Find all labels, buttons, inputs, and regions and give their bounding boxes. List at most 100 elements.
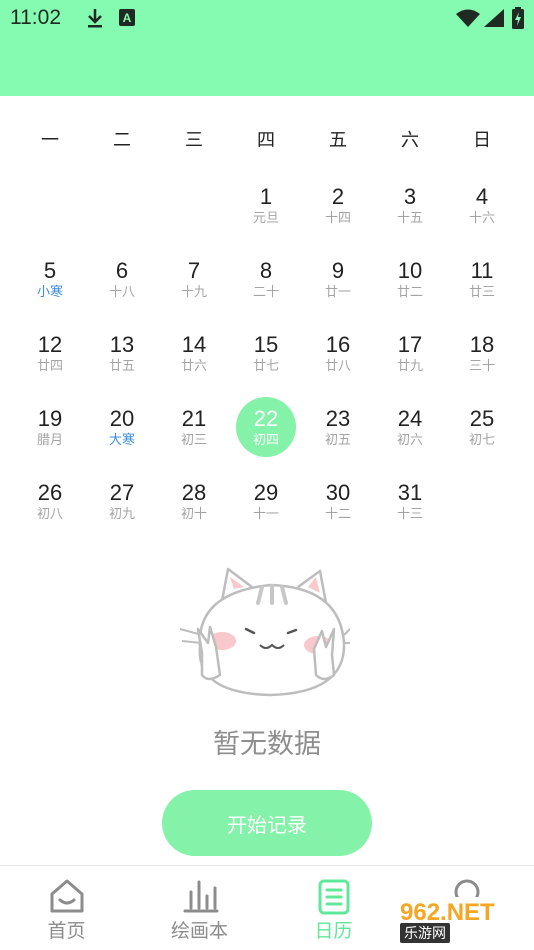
lunar-date-label: 十六 [468,211,495,226]
calendar-day-30[interactable]: 30 十二 [302,476,374,536]
calendar-day-8[interactable]: 8 二十 [230,254,302,314]
weekday-label: 五 [329,130,347,151]
calendar-day-1[interactable]: 1 元旦 [230,180,302,240]
calendar-day-11[interactable]: 11 廿三 [446,254,518,314]
day-number: 21 [181,406,207,431]
calendar-day-19[interactable]: 19 腊月 [14,402,86,462]
calendar-day-9[interactable]: 9 廿一 [302,254,374,314]
calendar-day-28[interactable]: 28 初十 [158,476,230,536]
calendar-day-18[interactable]: 18 三十 [446,328,518,388]
lunar-date-label: 初四 [252,433,279,448]
day-number: 5 [43,258,57,283]
start-record-button[interactable]: 开始记录 [162,790,372,856]
home-icon [50,879,83,913]
day-number: 16 [325,332,351,357]
watermark-sub-text: 乐游网 [400,923,450,943]
day-number: 17 [397,332,423,357]
calendar-day-24[interactable]: 24 初六 [374,402,446,462]
header-bar [0,40,534,96]
empty-state-text: 暂无数据 [213,729,321,760]
tab-drawing-book-label: 绘画本 [170,920,228,942]
calendar-day-25[interactable]: 25 初七 [446,402,518,462]
wifi-icon [456,9,480,31]
tab-home[interactable]: 首页 [0,866,133,950]
weekday-label: 六 [401,130,419,151]
download-icon [86,7,104,33]
signal-icon [484,9,504,31]
day-number: 23 [325,406,351,431]
day-number: 12 [37,332,63,357]
lunar-date-label: 初十 [180,507,207,522]
lunar-date-label: 初三 [180,433,207,448]
calendar-day-7[interactable]: 7 十九 [158,254,230,314]
calendar-day-5[interactable]: 5 小寒 [14,254,86,314]
lunar-date-label: 大寒 [108,433,135,448]
day-number: 4 [475,184,489,209]
calendar-day-23[interactable]: 23 初五 [302,402,374,462]
lunar-date-label: 廿六 [180,359,207,374]
day-number: 9 [331,258,345,283]
lunar-date-label: 十九 [180,285,207,300]
day-number: 24 [397,406,423,431]
calendar-day-10[interactable]: 10 廿二 [374,254,446,314]
day-number: 25 [469,406,495,431]
weekday-label: 四 [257,130,275,151]
day-number: 22 [253,406,279,431]
lunar-date-label: 初八 [36,507,63,522]
svg-text:A: A [123,11,132,25]
calendar-day-6[interactable]: 6 十八 [86,254,158,314]
lunar-date-label: 十二 [324,507,351,522]
calendar-day-27[interactable]: 27 初九 [86,476,158,536]
calendar-day-2[interactable]: 2 十四 [302,180,374,240]
day-number: 6 [115,258,129,283]
day-number: 8 [259,258,273,283]
calendar-day-20[interactable]: 20 大寒 [86,402,158,462]
calendar-day-22[interactable]: 22 初四 [230,397,302,462]
calendar-day-26[interactable]: 26 初八 [14,476,86,536]
tab-home-label: 首页 [47,920,86,942]
day-number: 26 [37,480,63,505]
weekday-label: 日 [473,130,491,151]
calendar-note-icon [318,879,349,915]
lunar-date-label: 元旦 [252,211,279,226]
lunar-date-label: 廿九 [396,359,423,374]
lunar-date-label: 腊月 [36,433,63,448]
day-number: 11 [470,258,494,283]
day-number: 7 [187,258,201,283]
day-number: 27 [109,480,135,505]
calendar-day-3[interactable]: 3 十五 [374,180,446,240]
calendar-day-17[interactable]: 17 廿九 [374,328,446,388]
lunar-date-label: 初七 [468,433,495,448]
tab-calendar[interactable]: 日历 [267,866,400,950]
calendar-day-31[interactable]: 31 十三 [374,476,446,536]
lunar-date-label: 十五 [396,211,423,226]
day-number: 29 [253,480,279,505]
calendar-day-14[interactable]: 14 廿六 [158,328,230,388]
a-notification-icon: A [119,9,135,30]
status-time: 11:02 [10,6,61,29]
day-number: 31 [397,480,423,505]
lunar-date-label: 十三 [396,507,423,522]
lunar-date-label: 廿四 [36,359,63,374]
lunar-date-label: 廿五 [108,359,135,374]
tab-drawing-book[interactable]: 绘画本 [133,866,266,950]
calendar-day-16[interactable]: 16 廿八 [302,328,374,388]
calendar-day-29[interactable]: 29 十一 [230,476,302,536]
lunar-date-label: 小寒 [36,285,63,300]
calendar-day-21[interactable]: 21 初三 [158,402,230,462]
bar-chart-icon [183,880,218,913]
day-number: 14 [181,332,207,357]
calendar-day-12[interactable]: 12 廿四 [14,328,86,388]
day-number: 20 [109,406,135,431]
cat-illustration [179,563,351,703]
lunar-date-label: 廿七 [252,359,279,374]
site-watermark: 962.NET 乐游网 [396,897,530,943]
calendar-day-4[interactable]: 4 十六 [446,180,518,240]
lunar-date-label: 十一 [252,507,279,522]
day-number: 30 [325,480,351,505]
calendar-day-13[interactable]: 13 廿五 [86,328,158,388]
calendar-day-15[interactable]: 15 廿七 [230,328,302,388]
tab-calendar-label: 日历 [314,920,353,942]
day-number: 1 [259,184,273,209]
lunar-date-label: 廿一 [324,285,351,300]
